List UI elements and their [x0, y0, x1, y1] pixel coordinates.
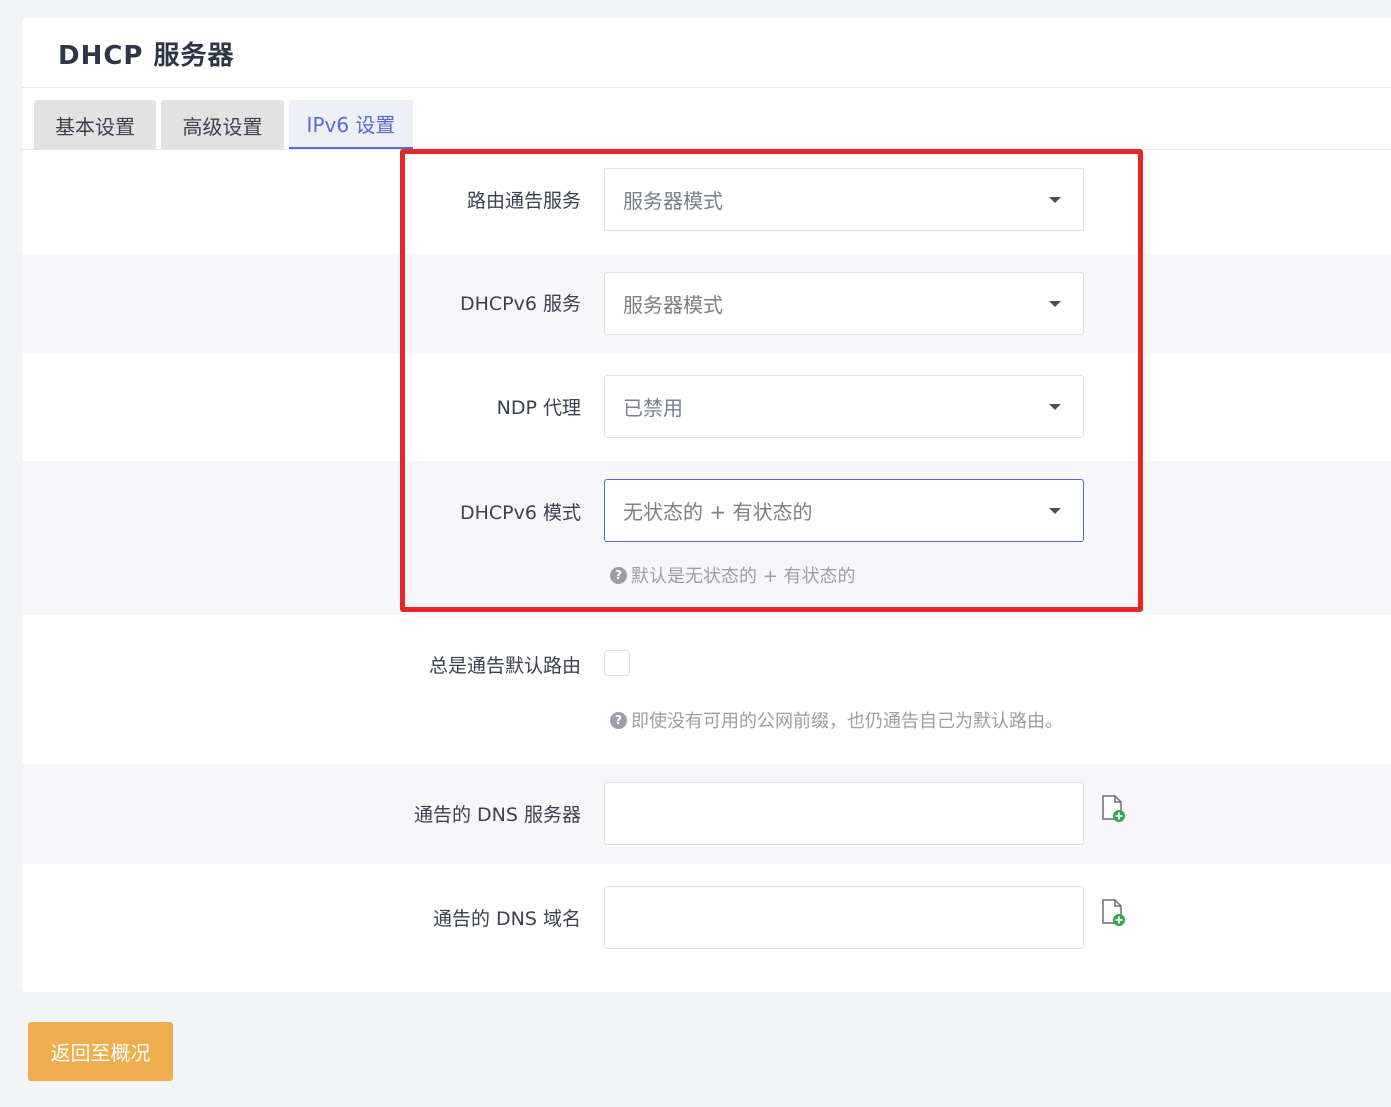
title-divider [22, 87, 1391, 88]
row-ra-service: 路由通告服务 服务器模式 [22, 150, 1391, 254]
always-default-route-hint: ? 即使没有可用的公网前缀，也仍通告自己为默认路由。 [610, 707, 1063, 733]
dhcpv6-mode-value: 无状态的 + 有状态的 [623, 500, 813, 524]
ra-service-select[interactable]: 服务器模式 [604, 168, 1084, 231]
question-circle-icon: ? [610, 711, 627, 729]
ndp-proxy-value: 已禁用 [623, 396, 683, 420]
always-default-route-label: 总是通告默认路由 [428, 655, 581, 677]
caret-down-icon [1049, 404, 1061, 410]
always-default-route-checkbox[interactable] [604, 650, 630, 676]
dns-servers-input[interactable] [604, 782, 1084, 845]
dhcpv6-service-select[interactable]: 服务器模式 [604, 272, 1084, 335]
dhcpv6-service-label: DHCPv6 服务 [459, 293, 581, 315]
row-dns-domains: 通告的 DNS 域名 [22, 864, 1391, 974]
ndp-proxy-label: NDP 代理 [496, 397, 581, 419]
back-to-overview-button[interactable]: 返回至概况 [28, 1022, 173, 1081]
caret-down-icon [1049, 197, 1061, 203]
dhcpv6-mode-select[interactable]: 无状态的 + 有状态的 [604, 479, 1084, 542]
ndp-proxy-select[interactable]: 已禁用 [604, 375, 1084, 438]
question-circle-icon: ? [610, 566, 627, 584]
caret-down-icon [1049, 508, 1061, 514]
page-title: DHCP 服务器 [58, 41, 235, 71]
row-dhcpv6-mode: DHCPv6 模式 无状态的 + 有状态的 ? 默认是无状态的 + 有状态的 [22, 461, 1391, 615]
row-dns-servers: 通告的 DNS 服务器 [22, 764, 1391, 864]
add-file-icon[interactable] [1100, 794, 1128, 824]
ra-service-label: 路由通告服务 [466, 190, 581, 212]
settings-card: DHCP 服务器 基本设置 高级设置 IPv6 设置 路由通告服务 服务器模式 … [22, 18, 1391, 992]
row-always-default-route: 总是通告默认路由 ? 即使没有可用的公网前缀，也仍通告自己为默认路由。 [22, 615, 1391, 764]
caret-down-icon [1049, 301, 1061, 307]
dns-domains-label: 通告的 DNS 域名 [433, 908, 581, 930]
dhcpv6-mode-label: DHCPv6 模式 [459, 502, 581, 524]
row-dhcpv6-service: DHCPv6 服务 服务器模式 [22, 254, 1391, 353]
dhcpv6-mode-hint: ? 默认是无状态的 + 有状态的 [610, 562, 856, 588]
row-ndp-proxy: NDP 代理 已禁用 [22, 353, 1391, 461]
tab-basic-settings[interactable]: 基本设置 [34, 100, 156, 150]
ra-service-value: 服务器模式 [623, 189, 723, 213]
always-default-route-hint-text: 即使没有可用的公网前缀，也仍通告自己为默认路由。 [631, 711, 1063, 732]
tab-advanced-settings[interactable]: 高级设置 [161, 100, 284, 150]
dhcpv6-mode-hint-text: 默认是无状态的 + 有状态的 [631, 566, 856, 587]
dns-domains-input[interactable] [604, 886, 1084, 949]
tab-ipv6-settings[interactable]: IPv6 设置 [289, 100, 413, 150]
dhcpv6-service-value: 服务器模式 [623, 293, 723, 317]
add-file-icon[interactable] [1100, 898, 1128, 928]
dns-servers-label: 通告的 DNS 服务器 [414, 804, 581, 826]
